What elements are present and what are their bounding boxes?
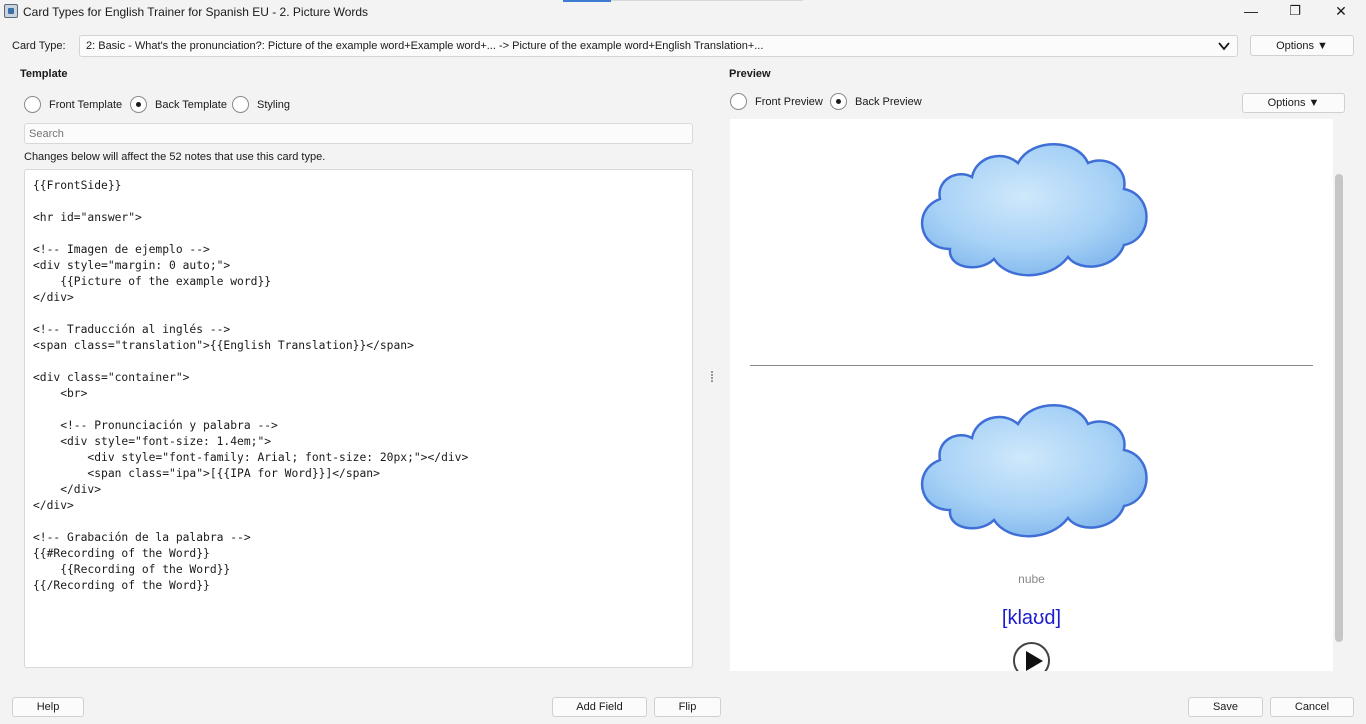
title-bar: Card Types for English Trainer for Spani… bbox=[0, 0, 1366, 24]
radio-styling[interactable]: Styling bbox=[232, 96, 290, 113]
close-button[interactable]: ✕ bbox=[1318, 0, 1364, 22]
title-accent-line bbox=[563, 0, 611, 2]
radio-circle-checked bbox=[830, 93, 847, 110]
card-type-value: 2: Basic - What's the pronunciation?: Pi… bbox=[86, 40, 764, 52]
flip-button[interactable]: Flip bbox=[654, 697, 721, 717]
chevron-down-icon bbox=[1218, 42, 1230, 51]
save-button[interactable]: Save bbox=[1188, 697, 1263, 717]
card-type-label: Card Type: bbox=[12, 40, 66, 52]
notes-affected-info: Changes below will affect the 52 notes t… bbox=[24, 151, 326, 163]
card-translation: nube bbox=[1018, 572, 1045, 586]
radio-label: Front Preview bbox=[755, 95, 823, 108]
card-type-select[interactable]: 2: Basic - What's the pronunciation?: Pi… bbox=[79, 35, 1238, 57]
cloud-image bbox=[920, 143, 1148, 277]
radio-label: Back Preview bbox=[855, 95, 922, 108]
minimize-button[interactable]: — bbox=[1228, 0, 1274, 22]
app-icon bbox=[4, 4, 18, 18]
card-ipa: [klaʊd] bbox=[1001, 607, 1062, 629]
radio-back-template[interactable]: Back Template bbox=[130, 96, 227, 113]
preview-scrollbar-thumb[interactable] bbox=[1335, 174, 1343, 642]
cancel-button[interactable]: Cancel bbox=[1270, 697, 1354, 717]
radio-label: Styling bbox=[257, 98, 291, 111]
radio-circle-checked bbox=[130, 96, 147, 113]
cloud-image-back bbox=[920, 404, 1148, 538]
answer-divider bbox=[750, 365, 1313, 366]
preview-heading: Preview bbox=[729, 68, 771, 80]
preview-options-button[interactable]: Options ▼ bbox=[1242, 93, 1345, 113]
radio-front-preview[interactable]: Front Preview bbox=[730, 93, 823, 110]
help-button[interactable]: Help bbox=[12, 697, 84, 717]
card-type-options-button[interactable]: Options ▼ bbox=[1250, 35, 1354, 56]
search-input[interactable] bbox=[24, 123, 693, 144]
maximize-button[interactable]: ❐ bbox=[1272, 0, 1318, 22]
radio-circle bbox=[730, 93, 747, 110]
radio-label: Back Template bbox=[155, 98, 227, 111]
add-field-button[interactable]: Add Field bbox=[552, 697, 647, 717]
splitter-handle[interactable] bbox=[709, 370, 715, 384]
template-code-editor[interactable]: {{FrontSide}} <hr id="answer"> <!-- Imag… bbox=[24, 169, 693, 668]
radio-label: Front Template bbox=[49, 98, 123, 111]
window-title: Card Types for English Trainer for Spani… bbox=[23, 5, 369, 19]
radio-front-template[interactable]: Front Template bbox=[24, 96, 122, 113]
radio-back-preview[interactable]: Back Preview bbox=[830, 93, 922, 110]
title-divider-line bbox=[611, 0, 803, 1]
radio-circle bbox=[232, 96, 249, 113]
card-preview: cloud nube [klaʊd] bbox=[730, 119, 1333, 671]
play-audio-icon[interactable] bbox=[1013, 642, 1050, 671]
radio-circle bbox=[24, 96, 41, 113]
template-heading: Template bbox=[20, 68, 68, 80]
